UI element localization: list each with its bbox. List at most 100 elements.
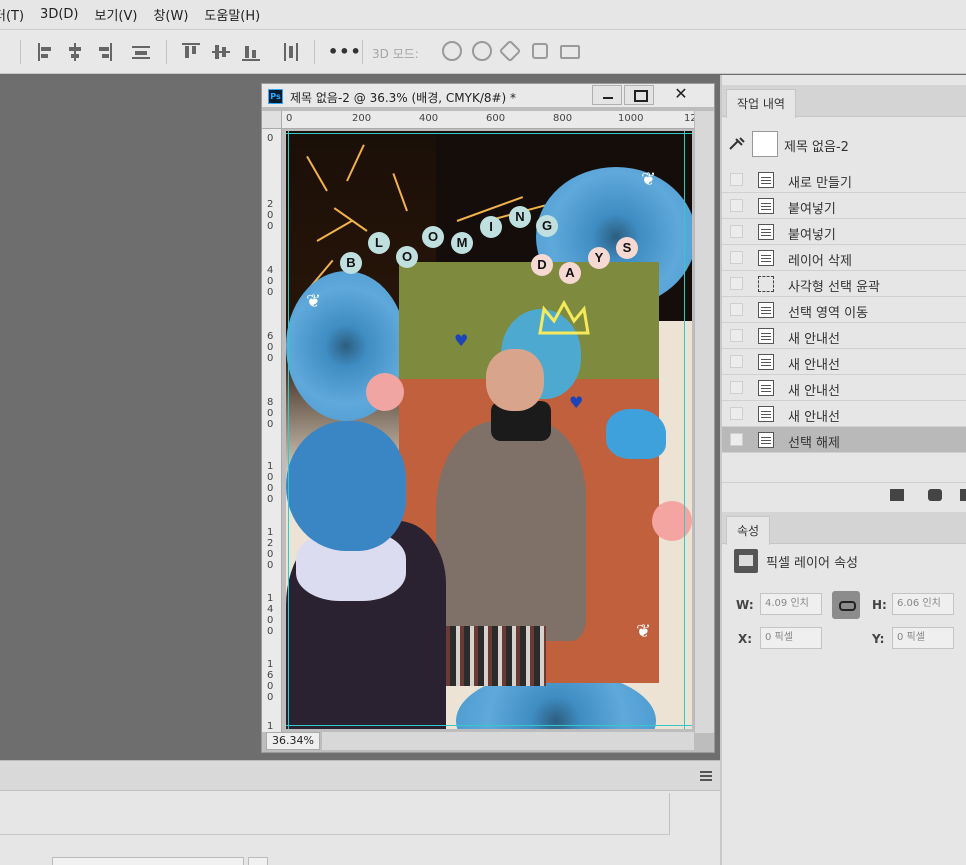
history-checkbox[interactable]	[730, 433, 743, 446]
pixel-layer-label: 픽셀 레이어 속성	[766, 556, 858, 571]
history-snapshot[interactable]: 제목 없음-2	[722, 115, 966, 167]
menu-filter[interactable]: 터(T)	[0, 5, 24, 24]
distribute-vertical-icon[interactable]	[282, 43, 300, 61]
zoom-level-field[interactable]: 36.34%	[266, 732, 320, 750]
history-checkbox[interactable]	[730, 407, 743, 420]
ruler-corner[interactable]	[262, 111, 282, 129]
camera-snapshot-icon[interactable]	[928, 489, 942, 501]
maximize-button[interactable]	[624, 85, 654, 105]
letter-bead: A	[559, 262, 581, 284]
ruler-tick-label: 4 0 0	[267, 265, 274, 298]
distribute-icon[interactable]	[132, 43, 150, 61]
document-window[interactable]: Ps 제목 없음-2 @ 36.3% (배경, CMYK/8#) * ✕ 0 2…	[261, 83, 715, 753]
y-position-field[interactable]: 0 픽셀	[892, 627, 954, 649]
photo-person-sweater	[436, 421, 586, 641]
height-field[interactable]: 6.06 인치	[892, 593, 954, 615]
ruler-tick-label: 600	[486, 113, 506, 124]
menu-help[interactable]: 도움말(H)	[204, 5, 260, 24]
history-checkbox[interactable]	[730, 225, 743, 238]
tab-properties[interactable]: 속성	[726, 516, 771, 545]
menu-3d[interactable]: 3D(D)	[40, 7, 78, 22]
close-button[interactable]: ✕	[666, 85, 696, 105]
history-brush-icon[interactable]	[728, 137, 746, 151]
horizontal-scrollbar[interactable]	[322, 732, 694, 750]
history-item[interactable]: 새 안내선	[722, 401, 966, 427]
history-item[interactable]: 새로 만들기	[722, 167, 966, 193]
document-icon	[758, 172, 774, 188]
menu-bar: 터(T) 3D(D) 보기(V) 창(W) 도움말(H)	[0, 0, 966, 30]
guide-line[interactable]	[288, 131, 289, 729]
history-item[interactable]: 새 안내선	[722, 323, 966, 349]
roll-3d-icon[interactable]	[472, 41, 492, 61]
align-left-icon[interactable]	[38, 43, 56, 61]
tab-history[interactable]: 작업 내역	[726, 89, 796, 118]
history-checkbox[interactable]	[730, 199, 743, 212]
panel-menu-icon[interactable]	[700, 771, 712, 781]
menu-window[interactable]: 창(W)	[153, 5, 188, 24]
guide-line[interactable]	[286, 133, 692, 134]
document-title-bar[interactable]: Ps 제목 없음-2 @ 36.3% (배경, CMYK/8#) * ✕	[262, 84, 714, 108]
history-checkbox[interactable]	[730, 303, 743, 316]
letter-bead: O	[396, 246, 418, 268]
history-item[interactable]: 선택 영역 이동	[722, 297, 966, 323]
ruler-tick-label: 2 0 0	[267, 199, 274, 232]
photoshop-icon: Ps	[268, 89, 283, 104]
trash-icon[interactable]	[960, 489, 966, 501]
guide-line[interactable]	[684, 131, 685, 729]
pan-3d-icon[interactable]	[498, 39, 522, 63]
align-right-icon[interactable]	[94, 43, 112, 61]
toolbar-divider	[166, 40, 167, 64]
vertical-scrollbar[interactable]	[694, 111, 714, 733]
history-item-active[interactable]: 선택 해제	[722, 427, 966, 453]
history-item[interactable]: 붙여넣기	[722, 193, 966, 219]
toolbar-divider	[20, 40, 21, 64]
history-checkbox[interactable]	[730, 173, 743, 186]
document-icon	[758, 250, 774, 266]
heart-sticker-icon: ♥	[569, 393, 584, 412]
scale-3d-icon[interactable]	[560, 45, 580, 59]
history-item[interactable]: 붙여넣기	[722, 219, 966, 245]
align-top-icon[interactable]	[182, 43, 200, 61]
snapshot-thumbnail	[752, 131, 778, 157]
history-checkbox[interactable]	[730, 251, 743, 264]
history-checkbox[interactable]	[730, 277, 743, 290]
canvas[interactable]: ♥ ♥ ❦ ❦ ❦ B L O O M I N G D A Y S	[286, 131, 692, 729]
bottom-panel-header	[0, 761, 720, 791]
align-middle-vertical-icon[interactable]	[212, 43, 230, 61]
letter-bead: M	[451, 232, 473, 254]
align-center-horizontal-icon[interactable]	[66, 43, 84, 61]
history-checkbox[interactable]	[730, 381, 743, 394]
minimize-button[interactable]	[592, 85, 622, 105]
bottom-panel-field[interactable]	[52, 857, 244, 865]
photo-person-pants	[436, 626, 546, 686]
ruler-tick-label: 400	[419, 113, 439, 124]
more-options-button[interactable]: •••	[328, 42, 362, 61]
snapshot-label: 제목 없음-2	[784, 140, 849, 155]
history-item[interactable]: 새 안내선	[722, 375, 966, 401]
history-checkbox[interactable]	[730, 355, 743, 368]
orbit-3d-icon[interactable]	[442, 41, 462, 61]
history-item-label: 붙여넣기	[788, 202, 836, 217]
link-dimensions-button[interactable]	[832, 591, 860, 619]
align-bottom-icon[interactable]	[242, 43, 260, 61]
menu-view[interactable]: 보기(V)	[94, 5, 137, 24]
image-layer-icon	[734, 549, 758, 573]
x-position-field[interactable]: 0 픽셀	[760, 627, 822, 649]
photo-back-hair	[286, 421, 406, 551]
history-item[interactable]: 레이어 삭제	[722, 245, 966, 271]
vertical-ruler[interactable]: 0 2 0 0 4 0 0 6 0 0 8 0 0 1 0 0 0 1 2 0 …	[262, 129, 282, 732]
ruler-tick-label: 1000	[618, 113, 644, 124]
document-icon	[758, 380, 774, 396]
history-item[interactable]: 새 안내선	[722, 349, 966, 375]
width-field[interactable]: 4.09 인치	[760, 593, 822, 615]
slide-3d-icon[interactable]	[532, 43, 548, 59]
history-checkbox[interactable]	[730, 329, 743, 342]
crown-doodle-icon	[538, 299, 590, 335]
y-label: Y:	[872, 632, 885, 646]
history-item[interactable]: 사각형 선택 윤곽	[722, 271, 966, 297]
horizontal-ruler[interactable]: 0 200 400 600 800 1000 12	[282, 111, 694, 129]
pink-flower-sticker-icon	[366, 373, 404, 411]
guide-line[interactable]	[286, 725, 692, 726]
new-document-from-state-icon[interactable]	[890, 489, 904, 501]
bottom-panel-button[interactable]	[248, 857, 268, 865]
